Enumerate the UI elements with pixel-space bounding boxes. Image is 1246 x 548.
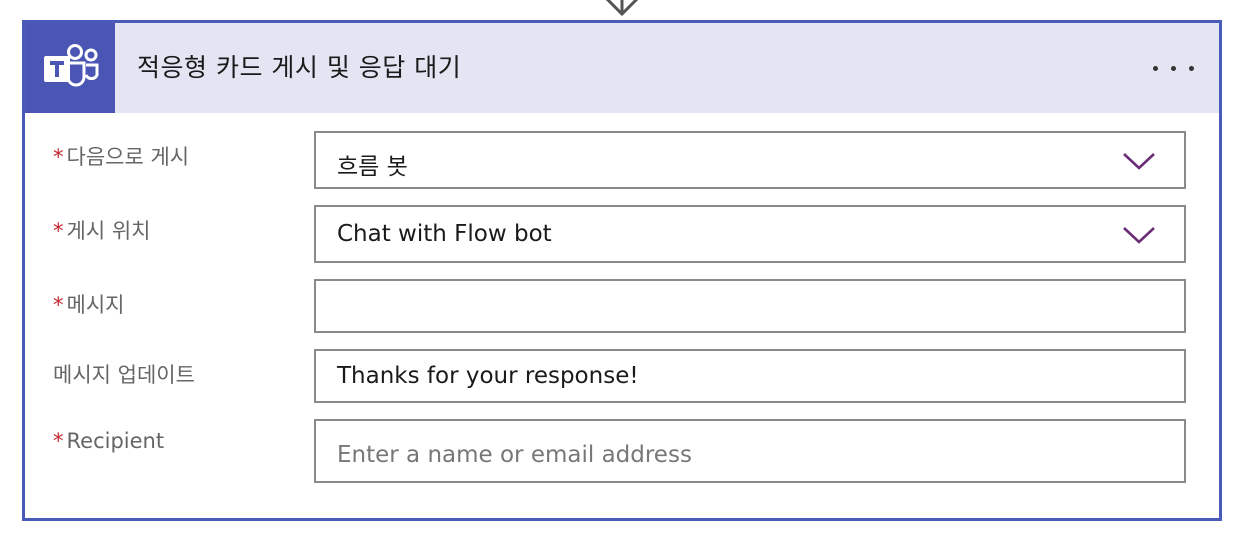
message-label: * 메시지 [53,293,125,317]
chevron-down-icon[interactable] [1122,151,1156,171]
update-message-value: Thanks for your response! [337,363,639,389]
more-options-icon[interactable] [1147,55,1199,81]
card-title: 적응형 카드 게시 및 응답 대기 [137,53,462,82]
recipient-label: * Recipient [53,429,165,453]
update-message-label: 메시지 업데이트 [53,363,195,387]
post-in-value: Chat with Flow bot [337,221,552,247]
chevron-down-icon[interactable] [1122,225,1156,245]
flow-connector-arrow-icon [605,0,639,17]
post-as-label: * 다음으로 게시 [53,145,190,169]
update-message-input[interactable]: Thanks for your response! [314,349,1186,403]
adaptive-card-action: 적응형 카드 게시 및 응답 대기 * 다음으로 게시 흐름 봇 * 게시 위치 C… [22,20,1222,521]
post-as-value: 흐름 봇 [337,154,408,180]
teams-logo-icon [25,23,115,113]
card-header[interactable]: 적응형 카드 게시 및 응답 대기 [25,23,1219,113]
recipient-input[interactable]: Enter a name or email address [314,419,1186,483]
message-input[interactable] [314,279,1186,333]
recipient-placeholder: Enter a name or email address [337,442,692,468]
required-marker: * [53,145,64,169]
post-as-dropdown[interactable]: 흐름 봇 [314,131,1186,189]
post-in-dropdown[interactable]: Chat with Flow bot [314,205,1186,263]
post-in-label: * 게시 위치 [53,219,151,243]
